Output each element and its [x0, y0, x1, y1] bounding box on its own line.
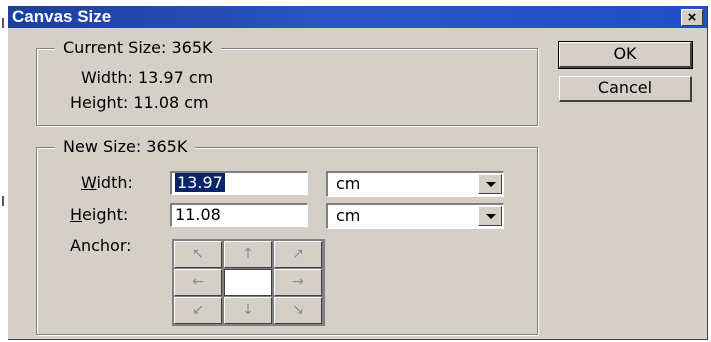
arrow-right-icon: → [292, 274, 304, 290]
anchor-left[interactable]: ← [174, 269, 222, 296]
anchor-grid: ↖ ↑ ↗ ← → ↙ ↓ ↘ [172, 239, 325, 326]
arrow-down-icon: ↓ [242, 302, 254, 318]
arrow-up-right-icon: ↗ [292, 246, 304, 262]
height-unit-value: cm [336, 206, 361, 225]
ok-button-label: OK [613, 44, 637, 63]
anchor-bottom[interactable]: ↓ [224, 297, 272, 324]
width-input-value: 13.97 [175, 173, 225, 192]
width-unit-select[interactable]: cm [326, 171, 504, 197]
current-size-legend: Current Size: 365K [55, 38, 221, 58]
current-width-text: Width: 13.97 cm [81, 68, 214, 87]
anchor-center[interactable] [224, 269, 272, 296]
anchor-top-left[interactable]: ↖ [174, 241, 222, 268]
window-title: Canvas Size [12, 7, 112, 26]
anchor-bottom-left[interactable]: ↙ [174, 297, 222, 324]
arrow-left-icon: ← [192, 274, 204, 290]
height-label: Height: [70, 205, 129, 224]
cancel-button[interactable]: Cancel [559, 76, 692, 102]
anchor-top-right[interactable]: ↗ [274, 241, 322, 268]
cancel-button-label: Cancel [597, 78, 653, 97]
arrow-up-icon: ↑ [242, 246, 254, 262]
title-bar[interactable]: Canvas Size × [8, 6, 707, 28]
new-size-legend: New Size: 365K [55, 137, 196, 157]
anchor-right[interactable]: → [274, 269, 322, 296]
width-unit-value: cm [336, 174, 361, 193]
width-label: Width: [81, 173, 133, 192]
height-input[interactable]: 11.08 [170, 203, 308, 227]
anchor-label: Anchor: [70, 236, 132, 255]
current-height-text: Height: 11.08 cm [70, 93, 209, 112]
close-icon: × [687, 9, 697, 26]
chevron-down-icon[interactable] [478, 206, 502, 226]
arrow-up-left-icon: ↖ [192, 246, 204, 262]
ok-button[interactable]: OK [558, 41, 693, 69]
height-input-value: 11.08 [175, 205, 221, 224]
background-strip [0, 0, 8, 342]
anchor-top[interactable]: ↑ [224, 241, 272, 268]
height-unit-select[interactable]: cm [326, 203, 504, 229]
anchor-bottom-right[interactable]: ↘ [274, 297, 322, 324]
close-button[interactable]: × [681, 9, 703, 26]
chevron-down-icon[interactable] [478, 174, 502, 194]
width-input[interactable]: 13.97 [170, 171, 308, 195]
arrow-down-left-icon: ↙ [192, 302, 204, 318]
canvas-size-dialog: Canvas Size × Current Size: 365K Width: … [8, 6, 708, 340]
arrow-down-right-icon: ↘ [292, 302, 304, 318]
